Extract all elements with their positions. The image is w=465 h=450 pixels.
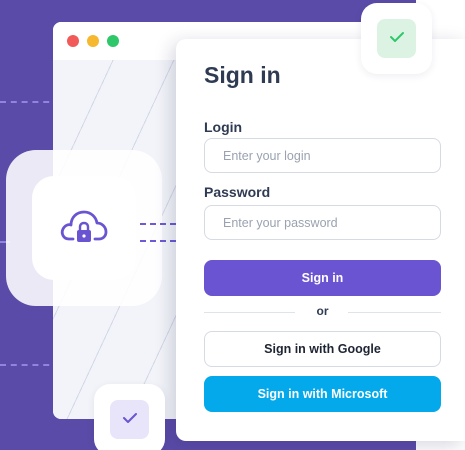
login-label: Login (204, 119, 243, 135)
connector-dash (140, 240, 176, 242)
check-icon (389, 30, 405, 48)
check-icon (122, 411, 138, 429)
signin-microsoft-button[interactable]: Sign in with Microsoft (204, 376, 441, 412)
minimize-dot[interactable] (87, 35, 99, 47)
password-input[interactable] (204, 205, 441, 240)
signin-title: Sign in (204, 62, 281, 88)
login-input[interactable] (204, 138, 441, 173)
cloud-card (32, 176, 136, 280)
backdrop-dash (0, 364, 60, 366)
cloud-lock-icon (59, 205, 109, 252)
divider-or: or (316, 304, 329, 318)
backdrop-dash (0, 101, 60, 103)
signin-button[interactable]: Sign in (204, 260, 441, 296)
signin-google-button[interactable]: Sign in with Google (204, 331, 441, 367)
signin-card: Sign in Login Password Sign in or Sign i… (176, 39, 465, 441)
connector-dash (140, 223, 176, 225)
bottom-check-badge-inner (110, 400, 149, 439)
password-label: Password (204, 184, 271, 200)
top-check-badge-inner (377, 19, 416, 58)
maximize-dot[interactable] (107, 35, 119, 47)
close-dot[interactable] (67, 35, 79, 47)
